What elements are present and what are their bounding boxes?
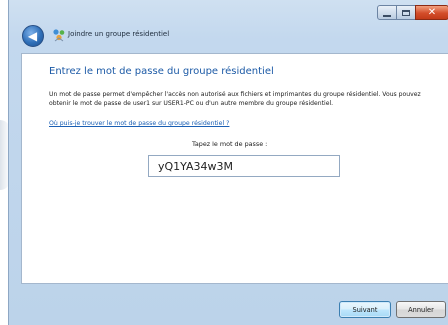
- caption-buttons: ✕: [377, 5, 448, 23]
- close-button[interactable]: ✕: [415, 5, 448, 20]
- password-help-link[interactable]: Où puis-je trouver le mot de passe du gr…: [49, 120, 229, 127]
- password-label: Tapez le mot de passe :: [192, 140, 268, 148]
- title-bar: ✕ ◀ Joindre un groupe résidentiel: [9, 0, 448, 50]
- back-arrow-icon: ◀: [27, 29, 38, 43]
- maximize-button[interactable]: [396, 5, 416, 20]
- maximize-icon: [402, 9, 410, 16]
- window-title: Joindre un groupe résidentiel: [68, 30, 170, 38]
- next-button[interactable]: Suivant: [339, 301, 391, 318]
- content-panel: Entrez le mot de passe du groupe résiden…: [21, 53, 448, 284]
- minimize-icon: [383, 14, 391, 17]
- dialog-footer: Suivant Annuler: [21, 284, 448, 325]
- homegroup-dialog: ✕ ◀ Joindre un groupe résidentiel Entrez…: [8, 0, 448, 325]
- description-text: Un mot de passe permet d'empêcher l'accè…: [49, 91, 421, 108]
- back-button[interactable]: ◀: [22, 25, 44, 47]
- homegroup-icon: [53, 29, 65, 42]
- page-title: Entrez le mot de passe du groupe résiden…: [49, 66, 274, 77]
- cancel-button[interactable]: Annuler: [396, 301, 446, 318]
- close-icon: ✕: [427, 6, 437, 18]
- password-input[interactable]: [148, 155, 340, 177]
- minimize-button[interactable]: [377, 5, 397, 20]
